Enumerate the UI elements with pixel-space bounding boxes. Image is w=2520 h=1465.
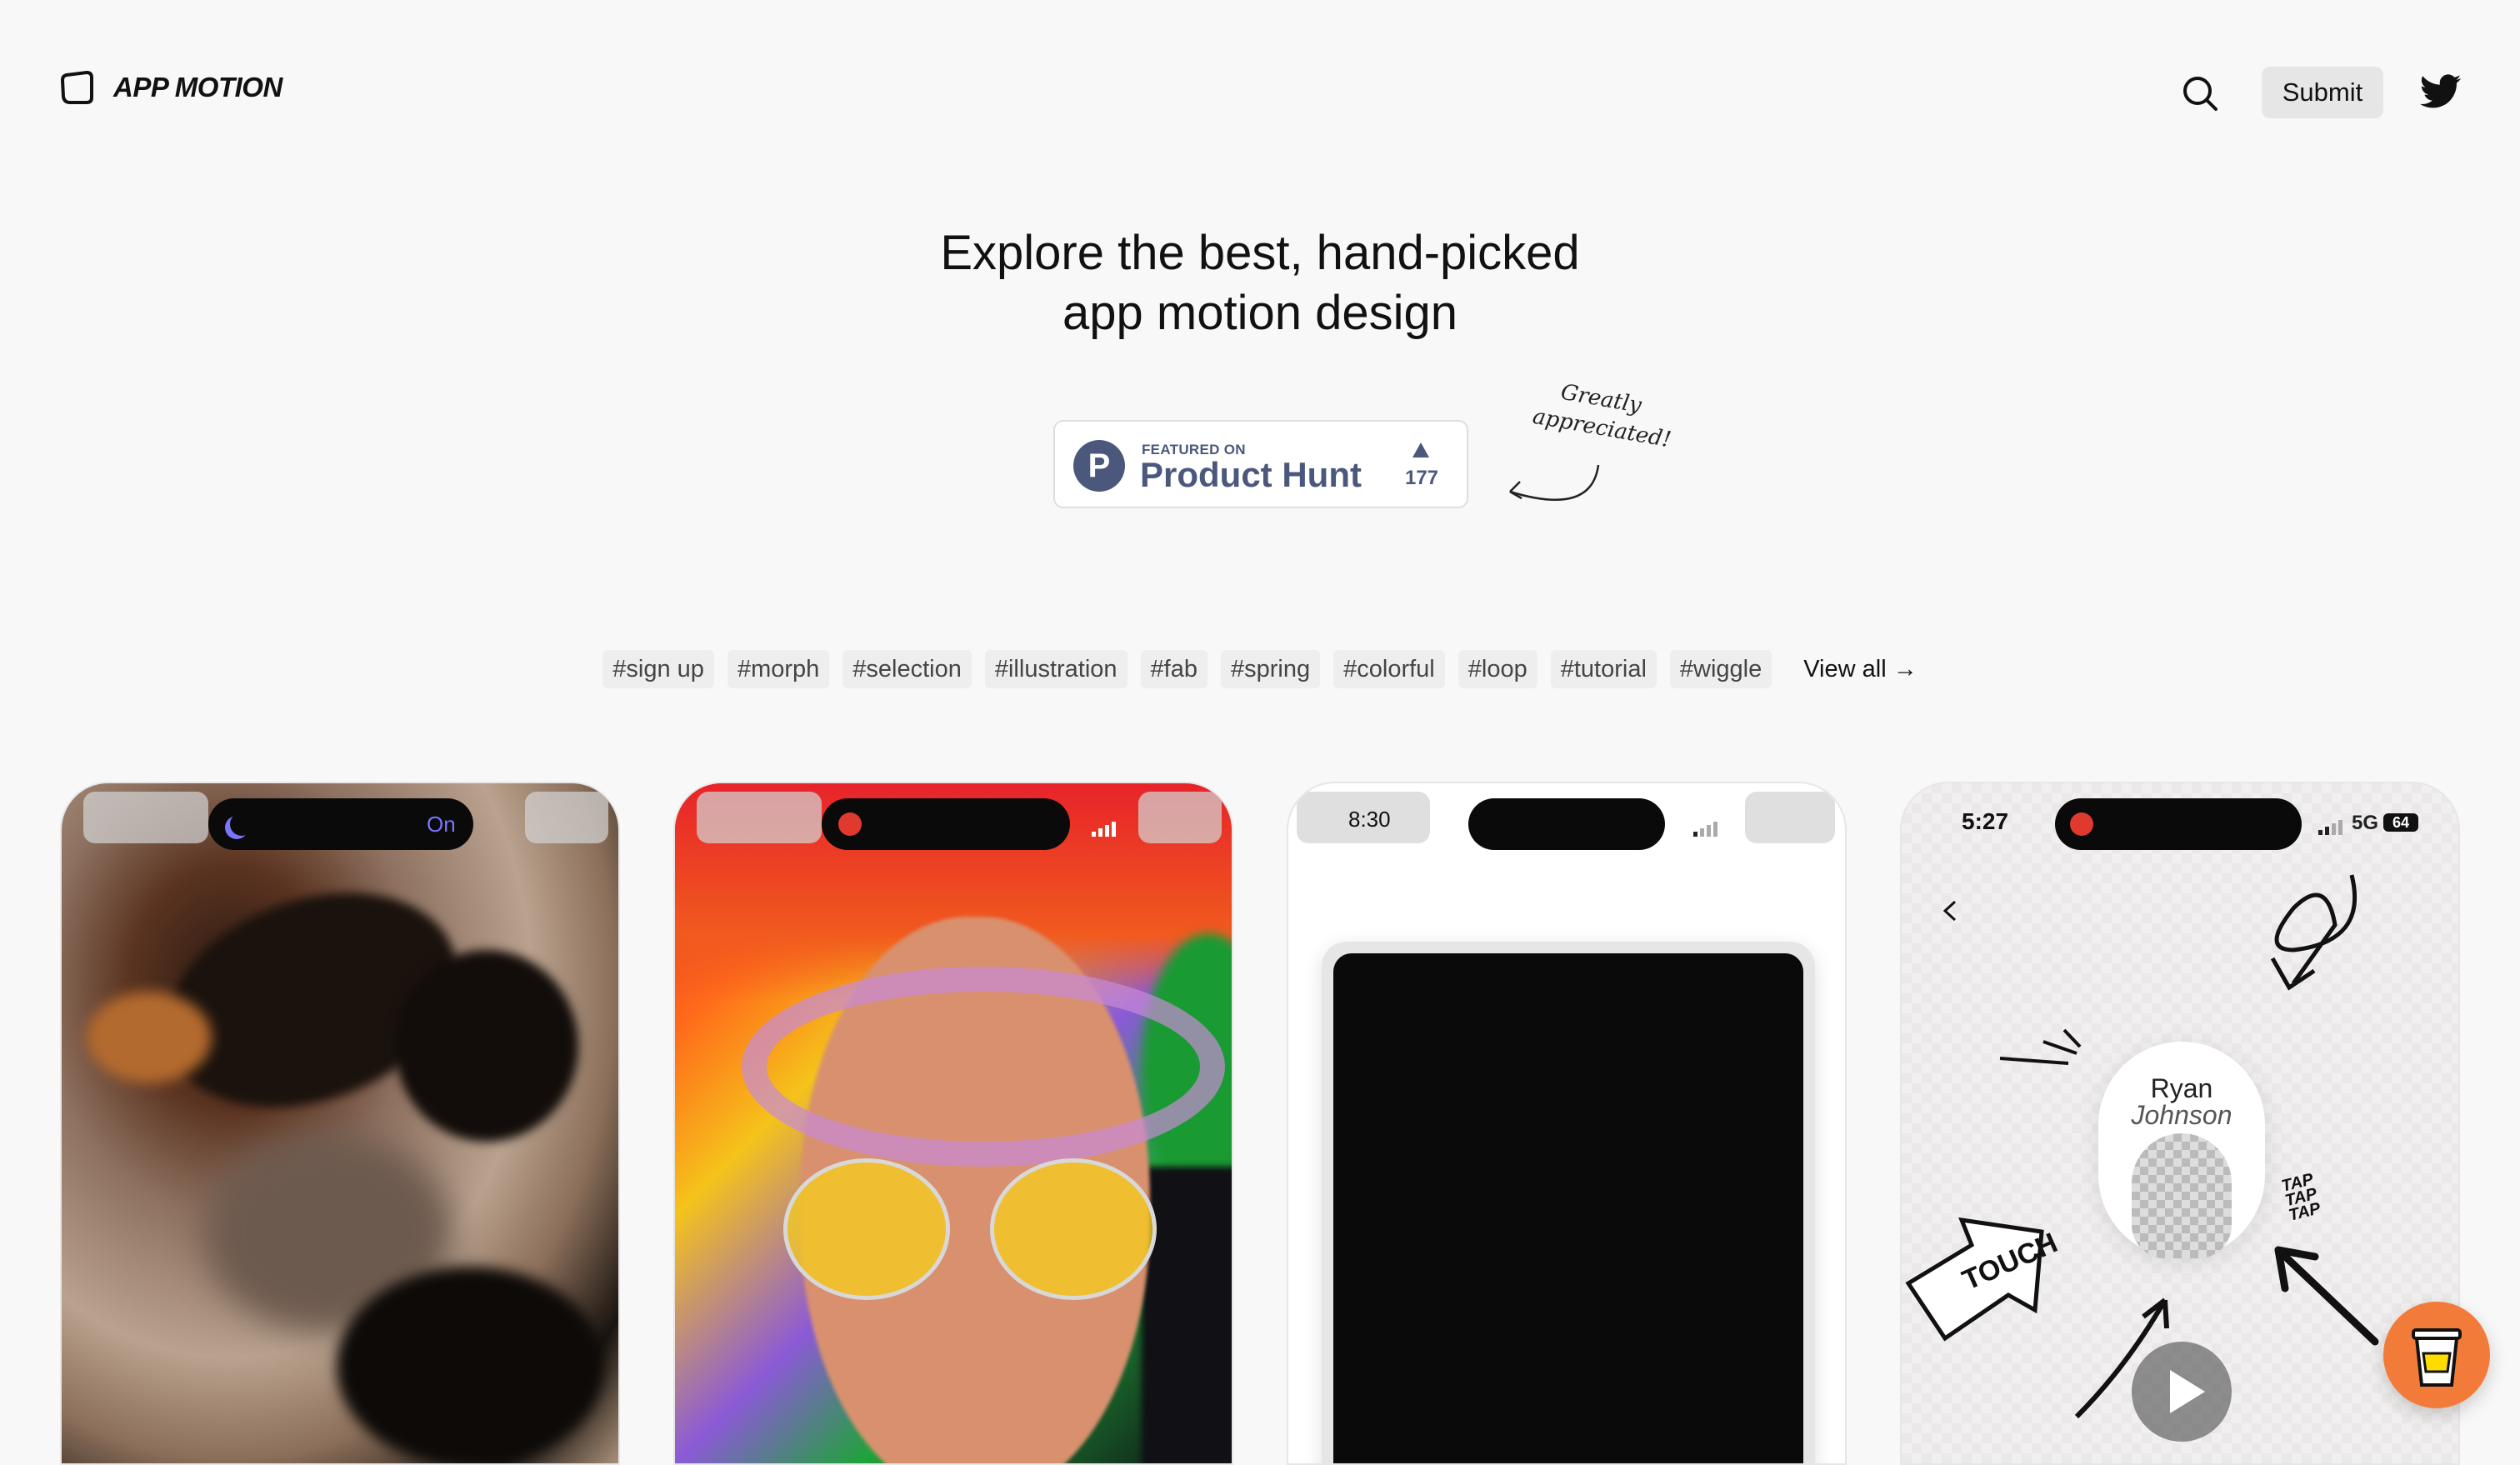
play-button[interactable] [2132,1342,2232,1442]
tag-illustration[interactable]: #illustration [984,650,1128,688]
submit-button[interactable]: Submit [2262,67,2383,118]
status-time: 5:27 [1962,808,2009,834]
avatar-silhouette [2132,1133,2232,1258]
recording-dot [838,812,862,836]
buy-me-a-coffee-button[interactable] [2383,1302,2490,1408]
glasses-lens [990,1158,1157,1300]
dynamic-island [2055,798,2302,850]
motion-card[interactable]: 8:30 [1287,782,1847,1465]
search-icon[interactable] [2180,73,2220,113]
hero-title-line-1: Explore the best, hand-picked [940,226,1580,280]
motion-card[interactable]: Ryan Johnson TAP TAP TAP TOUCH 5:27 5G 6… [1900,782,2460,1465]
device-frame [1322,942,1815,1463]
profile-avatar-card: Ryan Johnson [2098,1042,2265,1258]
tag-tutorial[interactable]: #tutorial [1550,650,1657,688]
dynamic-island: On [208,798,473,850]
motion-card[interactable]: On [60,782,620,1465]
screen-controls [697,792,822,843]
card-artwork [1142,1167,1232,1463]
product-hunt-badge[interactable]: P FEATURED ON Product Hunt 177 [1053,420,1468,508]
mute-control [525,792,608,843]
play-icon [2170,1370,2205,1413]
signal-icon [1693,820,1718,837]
mute-control [1745,792,1835,843]
tag-fab[interactable]: #fab [1140,650,1208,688]
card-artwork [87,992,212,1083]
tag-wiggle[interactable]: #wiggle [1669,650,1772,688]
phone-status-bar: On [62,783,618,867]
back-chevron-icon[interactable] [1938,898,1963,923]
dynamic-island [822,798,1070,850]
tag-sign-up[interactable]: #sign up [602,650,714,688]
tag-bar: #sign up #morph #selection #illustration… [0,650,2520,688]
app-motion-logo-icon [60,70,93,104]
hero-title: Explore the best, hand-picked app motion… [0,223,2520,343]
focus-moon-icon [230,812,253,836]
card-artwork [742,967,1225,1167]
hero-title-line-2: app motion design [1062,286,1458,340]
logo-text: APP MOTION [113,72,282,102]
phone-status-bar: 5:27 5G 64 [1902,783,2458,867]
tag-morph[interactable]: #morph [727,650,830,688]
screen-controls [83,792,208,843]
card-artwork [337,1267,603,1463]
phone-status-bar: 8:30 [1288,783,1845,867]
view-all-link[interactable]: View all → [1785,656,1917,683]
twitter-icon[interactable] [2420,73,2462,110]
glasses-lens [783,1158,950,1300]
curved-arrow-icon [1509,464,1600,502]
screen-controls: 8:30 [1297,792,1430,843]
mute-control [1138,792,1222,843]
card-artwork [395,950,578,1142]
product-hunt-logo: P [1073,440,1125,492]
product-hunt-name: Product Hunt [1140,455,1362,494]
tag-spring[interactable]: #spring [1221,650,1321,688]
focus-status: On [427,812,456,837]
network-type: 5G [2352,812,2379,834]
coffee-cup-icon [2412,1328,2462,1387]
signal-icon [1092,820,1117,837]
app-logo[interactable]: APP MOTION [60,70,282,105]
battery-indicator: 64 [2383,813,2418,832]
status-time: 8:30 [1348,807,1391,832]
device-screen [1333,953,1803,1463]
product-hunt-arrow-icon [1412,442,1429,458]
dynamic-island [1468,798,1665,850]
phone-status-bar [675,783,1232,867]
motion-card[interactable] [673,782,1233,1465]
recording-dot [2070,812,2093,836]
tag-loop[interactable]: #loop [1458,650,1538,688]
signal-icon [2318,818,2343,835]
profile-last-name: Johnson [2131,1100,2232,1130]
product-hunt-votes: 177 [1404,467,1439,489]
profile-first-name: Ryan [2150,1073,2213,1103]
tag-colorful[interactable]: #colorful [1333,650,1445,688]
tag-selection[interactable]: #selection [842,650,972,688]
handwritten-note: Greatly appreciated! [1500,380,1700,517]
